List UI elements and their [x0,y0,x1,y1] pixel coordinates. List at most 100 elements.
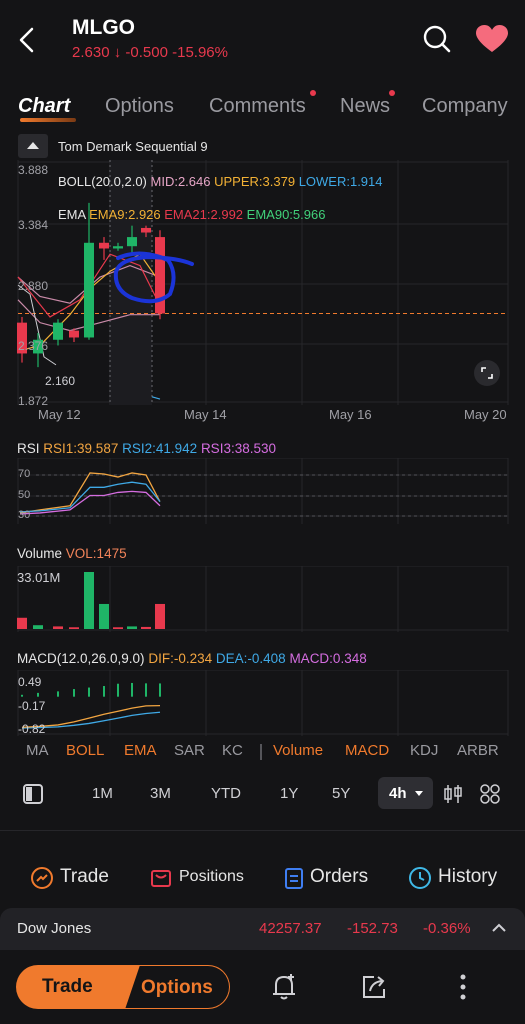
volume-legend: Volume VOL:1475 [17,546,127,561]
indicator-macd[interactable]: MACD [345,742,389,759]
dea-value: DEA:-0.408 [215,651,286,666]
volume-bar [84,572,94,629]
volume-bar [33,625,43,629]
demark-indicator-label[interactable]: Tom Demark Sequential 9 [58,139,208,154]
indicator-divider [260,744,262,760]
sidebar-toggle-icon[interactable] [22,783,44,805]
macd-value: MACD:0.348 [289,651,367,666]
indicator-boll[interactable]: BOLL [66,742,104,759]
volume-chart[interactable] [0,566,525,632]
period-4h-label: 4h [389,785,407,802]
boll-lower: LOWER:1.914 [298,174,383,189]
candlestick-style-icon[interactable] [442,783,464,805]
volume-bar [17,617,27,629]
period-5y[interactable]: 5Y [332,785,350,802]
macd-label: MACD(12.0,26.0,9.0) [17,651,145,666]
rsi1-line [19,472,161,514]
rsi2-value: RSI2:41.942 [122,441,198,456]
index-name: Dow Jones [17,920,92,937]
tab-options[interactable]: Options [105,95,174,118]
bottom-options-button[interactable]: Options [114,965,230,1009]
candle [127,237,137,247]
indicator-arbr[interactable]: ARBR [457,742,499,759]
search-icon[interactable] [422,24,452,54]
volume-value: VOL:1475 [65,546,127,561]
indicator-kdj[interactable]: KDJ [410,742,438,759]
indicator-kc[interactable]: KC [222,742,243,759]
indicator-volume[interactable]: Volume [273,742,323,759]
indicator-sar[interactable]: SAR [174,742,205,759]
volume-bar [155,603,165,629]
date-label: May 20 [464,407,507,422]
price-tick: 2.880 [18,279,49,293]
period-4h-selector[interactable]: 4h [378,777,433,809]
volume-max-tick: 33.01M [17,570,61,585]
rsi-tick: 30 [18,509,31,521]
favorite-heart-icon[interactable] [474,24,510,54]
volume-bar [99,603,109,629]
rsi-tick: 50 [18,489,31,501]
price-chart[interactable] [0,160,525,410]
bell-alert-icon[interactable] [270,972,298,1002]
ticker-symbol: MLGO [72,16,135,39]
macd-tick: -0.82 [18,722,46,736]
orders-action-label: Orders [310,866,369,887]
positions-icon [151,870,171,887]
ema9-value: EMA9:2.926 [89,207,161,222]
fullscreen-icon[interactable] [474,360,500,386]
boll-upper: UPPER:3.379 [214,174,296,189]
candle [113,246,123,249]
volume-bar [141,626,151,629]
boll-legend: BOLL(20.0,2.0) MID:2.646 UPPER:3.379 LOW… [58,174,383,189]
rsi-chart[interactable] [0,458,525,524]
collapse-toggle-button[interactable] [18,134,48,158]
candle [141,227,151,233]
period-1y[interactable]: 1Y [280,785,298,802]
chevron-up-icon[interactable] [491,922,507,934]
tab-company[interactable]: Company [422,95,508,118]
price-line: 2.630 ↓ -0.500 -15.96% [72,44,228,61]
macd-tick: -0.17 [18,699,46,713]
candle [99,242,109,249]
comments-unread-dot [310,90,316,96]
history-action-label: History [438,866,498,887]
indicator-ma[interactable]: MA [26,742,49,759]
low-price-label: 2.160 [45,374,76,388]
more-options-icon[interactable] [455,973,471,1001]
history-clock-icon [409,867,431,889]
back-icon[interactable] [16,26,40,54]
price-tick: 3.888 [18,163,49,177]
index-change-pct: -0.36% [423,920,471,937]
volume-bar [69,627,79,629]
volume-bar [53,626,63,629]
tab-chart[interactable]: Chart [18,95,70,118]
period-1m[interactable]: 1M [92,785,113,802]
share-icon[interactable] [360,973,388,1001]
boll-label: BOLL(20.0,2.0) [58,174,147,189]
index-ticker-bar[interactable]: Dow Jones 42257.37 -152.73 -0.36% [0,908,525,950]
date-label: May 16 [329,407,372,422]
grid-layout-icon[interactable] [479,783,501,805]
date-label: May 14 [184,407,227,422]
ema90-value: EMA90:5.966 [246,207,326,222]
boll-mid: MID:2.646 [150,174,211,189]
trade-action-label: Trade [60,866,109,887]
index-value: 42257.37 [259,920,322,937]
period-3m[interactable]: 3M [150,785,171,802]
rsi2-line [19,481,161,513]
positions-action-label: Positions [179,868,244,885]
macd-chart[interactable] [0,670,525,736]
boll-lower-line [151,396,161,400]
indicator-ema[interactable]: EMA [124,742,157,759]
news-unread-dot [389,90,395,96]
tab-comments[interactable]: Comments [209,95,306,118]
rsi1-value: RSI1:39.587 [43,441,119,456]
down-arrow-icon: ↓ [113,44,122,61]
period-ytd[interactable]: YTD [211,785,241,802]
rsi3-value: RSI3:38.530 [200,441,276,456]
index-change: -152.73 [347,920,398,937]
rsi-tick: 70 [18,468,31,480]
section-divider [0,830,525,831]
tab-news[interactable]: News [340,95,390,118]
price-tick: 3.384 [18,218,49,232]
